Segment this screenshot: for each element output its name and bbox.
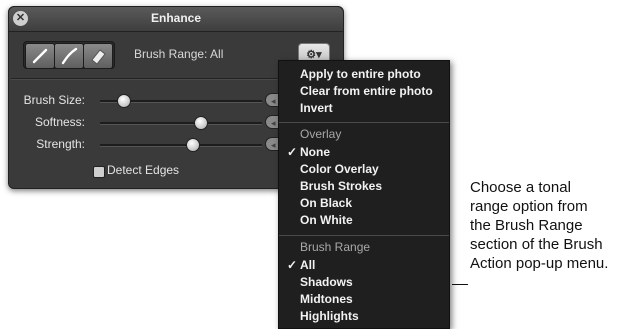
detect-edges-checkbox[interactable] — [93, 166, 105, 178]
callout-text: Choose a tonal range option from the Bru… — [470, 179, 609, 272]
brush-size-label: Brush Size: — [23, 93, 85, 107]
checkmark-icon: ✓ — [287, 258, 298, 272]
softness-slider[interactable] — [100, 116, 262, 130]
brush-range-label: Brush Range: All — [134, 47, 224, 61]
brush-range-header: Brush Range — [300, 240, 371, 254]
menu-separator — [279, 122, 449, 123]
eraser-icon — [91, 49, 106, 65]
brush-tool-group — [23, 41, 115, 69]
detect-edges-label: Detect Edges — [107, 163, 180, 177]
eraser-tool-button[interactable] — [83, 43, 113, 69]
feather-brush-tool-button[interactable] — [54, 43, 84, 69]
strength-label: Strength: — [36, 137, 85, 151]
menu-separator — [279, 235, 449, 236]
feather-brush-icon — [61, 47, 78, 65]
softness-label: Softness: — [34, 115, 85, 129]
slider-knob[interactable] — [116, 94, 131, 108]
slider-knob[interactable] — [194, 116, 209, 130]
brush-size-slider[interactable] — [100, 94, 262, 108]
checkmark-icon: ✓ — [287, 145, 298, 159]
overlay-header: Overlay — [300, 127, 342, 141]
brush-tool-button[interactable] — [25, 43, 55, 69]
window-title: Enhance — [150, 11, 201, 25]
brush-action-popup-menu: Apply to entire photo Clear from entire … — [278, 60, 450, 329]
slider-knob[interactable] — [186, 138, 201, 152]
callout-leader-line — [452, 284, 468, 285]
title-bar[interactable]: ✕ Enhance — [9, 7, 343, 32]
brush-icon — [32, 48, 48, 64]
strength-slider[interactable] — [100, 138, 262, 152]
